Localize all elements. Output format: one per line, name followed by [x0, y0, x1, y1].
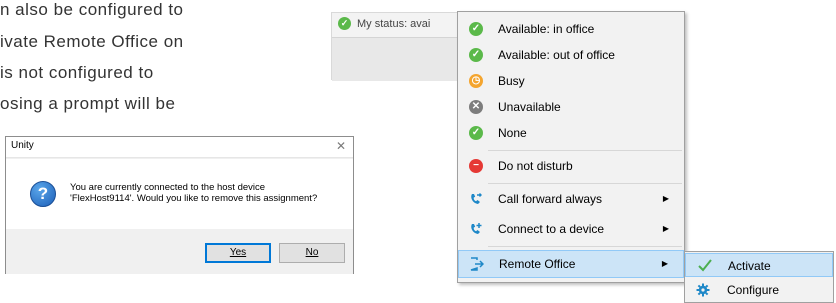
submenu-arrow-icon: ▶ [662, 224, 669, 233]
menu-separator [488, 183, 682, 184]
document-line-1: n also be configured to [0, 0, 184, 19]
gear-icon [696, 283, 710, 297]
dialog-message: You are currently connected to the host … [70, 182, 317, 204]
document-line-4: osing a prompt will be [0, 94, 176, 113]
menu-item-label: Available: in office [498, 22, 595, 36]
menu-item-unavailable[interactable]: ✕ Unavailable [458, 94, 684, 120]
document-line-2: ivate Remote Office on [0, 32, 184, 51]
status-text: My status: avai [357, 17, 431, 30]
submenu-item-label: Configure [727, 283, 780, 297]
close-icon[interactable]: ✕ [336, 139, 346, 153]
unity-dialog: Unity ✕ ? You are currently connected to… [5, 136, 354, 274]
x-icon: ✕ [469, 100, 483, 114]
menu-item-busy[interactable]: ◷ Busy [458, 68, 684, 94]
remote-office-icon [470, 257, 485, 271]
submenu-arrow-icon: ▶ [662, 194, 669, 203]
dialog-title: Unity [11, 140, 34, 151]
dialog-titlebar: Unity ✕ [6, 137, 353, 158]
menu-item-do-not-disturb[interactable]: − Do not disturb [458, 153, 684, 179]
menu-item-label: Available: out of office [498, 48, 615, 62]
dialog-message-line-2: 'FlexHost9114'. Would you like to remove… [70, 193, 318, 204]
submenu-item-activate[interactable]: Activate [685, 253, 833, 277]
check-icon: ✓ [338, 17, 351, 30]
check-icon: ✓ [469, 48, 483, 62]
question-icon: ? [30, 181, 56, 207]
yes-button-label: Yes [229, 247, 247, 258]
dialog-footer: Yes No [6, 229, 353, 274]
menu-item-label: Unavailable [498, 100, 561, 114]
menu-separator [488, 150, 682, 151]
no-button-label: No [305, 247, 319, 258]
clock-icon: ◷ [469, 74, 483, 88]
status-bar[interactable]: ✓ My status: avai [331, 12, 459, 81]
menu-item-label: Do not disturb [498, 159, 573, 173]
dialog-message-line-1: You are currently connected to the host … [70, 182, 266, 193]
no-button[interactable]: No [279, 243, 345, 263]
menu-item-call-forward-always[interactable]: Call forward always ▶ [458, 186, 684, 212]
minus-icon: − [469, 159, 483, 173]
menu-separator [488, 246, 682, 247]
menu-item-label: Call forward always [498, 192, 603, 206]
phone-forward-icon [469, 192, 483, 206]
menu-item-connect-to-a-device[interactable]: Connect to a device ▶ [458, 216, 684, 242]
menu-item-label: Busy [498, 74, 525, 88]
submenu-item-configure[interactable]: Configure [685, 278, 833, 302]
status-line[interactable]: ✓ My status: avai [338, 17, 430, 30]
checkmark-icon [697, 258, 712, 272]
phone-plus-icon [469, 222, 483, 236]
status-context-menu: ✓ Available: in office ✓ Available: out … [457, 11, 685, 283]
menu-item-label: Connect to a device [498, 222, 605, 236]
remote-office-submenu: Activate Configure [684, 251, 834, 303]
status-panel [332, 37, 458, 81]
check-icon: ✓ [469, 22, 483, 36]
menu-item-remote-office[interactable]: Remote Office ▶ [458, 250, 684, 278]
menu-item-label: None [498, 126, 527, 140]
yes-button[interactable]: Yes [205, 243, 271, 263]
dialog-body: ? You are currently connected to the hos… [6, 159, 353, 229]
submenu-arrow-icon: ▶ [661, 259, 668, 268]
menu-item-available-out-of-office[interactable]: ✓ Available: out of office [458, 42, 684, 68]
menu-item-available-in-office[interactable]: ✓ Available: in office [458, 16, 684, 42]
menu-item-none[interactable]: ✓ None [458, 120, 684, 146]
check-icon: ✓ [469, 126, 483, 140]
document-line-3: is not configured to [0, 63, 154, 82]
submenu-item-label: Activate [728, 259, 771, 273]
menu-item-label: Remote Office [499, 257, 576, 271]
